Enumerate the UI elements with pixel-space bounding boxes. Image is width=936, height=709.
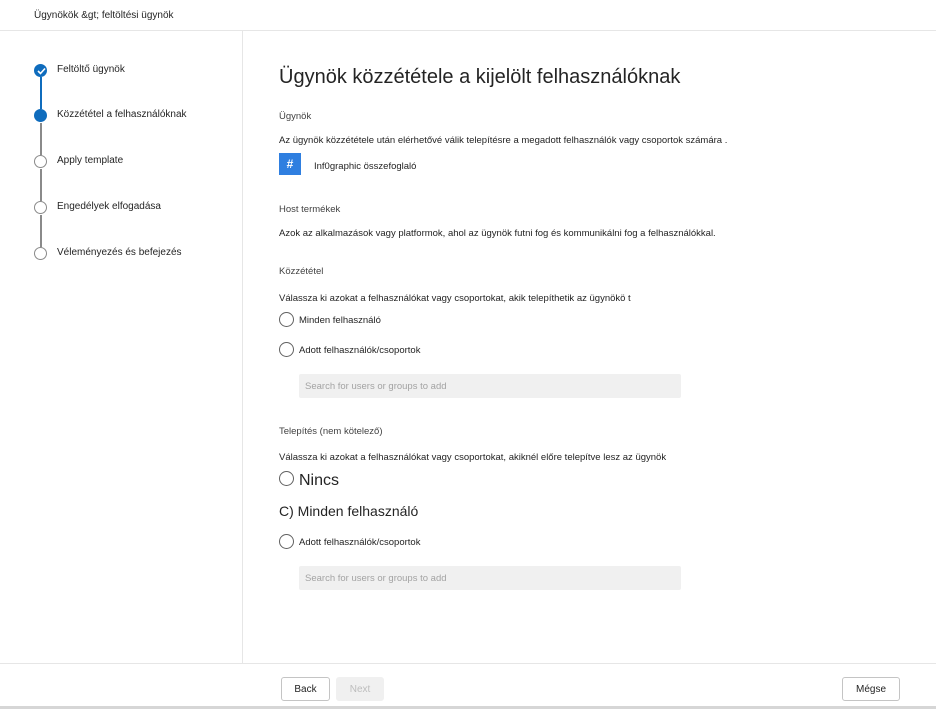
footer-bar: Back Next Mégse — [0, 663, 936, 709]
page-title: Ügynök közzététele a kijelölt felhasznál… — [279, 66, 681, 88]
radio-label: Nincs — [299, 472, 340, 489]
radio-label: Minden felhasználó — [299, 315, 381, 326]
install-heading: Telepítés (nem kötelező) — [279, 426, 383, 437]
step-label: Apply template — [57, 155, 124, 166]
step-label: Véleményezés és befejezés — [57, 247, 182, 258]
step-connector — [40, 123, 42, 155]
radio-circle[interactable] — [279, 312, 294, 327]
back-button[interactable]: Back — [281, 677, 330, 701]
publish-heading: Közzététel — [279, 266, 324, 277]
host-heading: Host termékek — [279, 204, 341, 215]
radio-label: Adott felhasználók/csoportok — [299, 345, 421, 356]
checkmark-icon — [34, 64, 47, 77]
step-label: Feltöltő ügynök — [57, 64, 125, 75]
publish-search-input[interactable] — [299, 374, 681, 398]
title-bar: Ügynökök &gt; feltöltési ügynök — [0, 0, 936, 31]
radio-circle[interactable] — [279, 471, 294, 486]
step-connector — [40, 169, 42, 201]
publish-description: Válassza ki azokat a felhasználókat vagy… — [279, 293, 631, 304]
agents-description: Az ügynök közzététele után elérhetővé vá… — [279, 135, 728, 146]
radio-circle[interactable] — [279, 534, 294, 549]
breadcrumb: Ügynökök &gt; feltöltési ügynök — [34, 10, 174, 21]
host-description: Azok az alkalmazások vagy platformok, ah… — [279, 228, 716, 239]
step-label: Engedélyek elfogadása — [57, 201, 161, 212]
install-option-all-users[interactable]: C) Minden felhasználó — [279, 503, 418, 519]
next-button[interactable]: Next — [336, 677, 384, 701]
agent-hash-icon: # — [279, 153, 301, 175]
step-label: Közzététel a felhasználóknak — [57, 109, 187, 120]
agent-name: Inf0graphic összefoglaló — [314, 161, 417, 172]
cancel-button[interactable]: Mégse — [842, 677, 900, 701]
radio-label: Adott felhasználók/csoportok — [299, 537, 421, 548]
install-search-input[interactable] — [299, 566, 681, 590]
install-description: Válassza ki azokat a felhasználókat vagy… — [279, 452, 667, 463]
pending-step-icon — [34, 155, 47, 168]
pending-step-icon — [34, 201, 47, 214]
pending-step-icon — [34, 247, 47, 260]
step-connector — [40, 77, 42, 109]
agents-heading: Ügynök — [279, 111, 312, 122]
wizard-steps: Feltöltő ügynök Közzététel a felhasználó… — [0, 31, 243, 663]
current-step-icon — [34, 109, 47, 122]
step-connector — [40, 215, 42, 247]
radio-circle[interactable] — [279, 342, 294, 357]
